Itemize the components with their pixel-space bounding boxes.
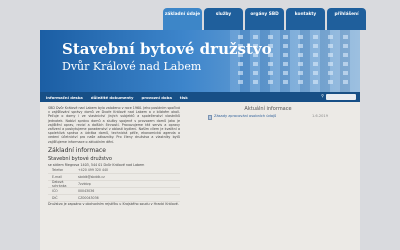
table-row: Datová schránka 7zvbtvp <box>48 180 180 189</box>
sidebar: Aktuální informace Zásady zpracování oso… <box>208 106 328 120</box>
search-icon[interactable]: ⚲ <box>321 93 324 98</box>
document-icon <box>208 115 212 120</box>
row-value: 00043036 <box>78 189 95 194</box>
building-window <box>298 62 303 66</box>
building-window <box>238 62 243 66</box>
building-window <box>253 80 258 84</box>
row-key: E-mail <box>52 175 62 180</box>
building-window <box>283 44 288 48</box>
building-window <box>328 71 333 75</box>
row-key: Datová schránka <box>52 180 67 189</box>
building-window <box>313 62 318 66</box>
news-item-link[interactable]: Zásady zpracování osobních údajů <box>214 114 276 118</box>
building-window <box>298 44 303 48</box>
building-window <box>313 80 318 84</box>
building-window <box>313 35 318 39</box>
building-window <box>343 62 348 66</box>
nav-tisk[interactable]: tisk <box>180 95 188 100</box>
building-window <box>283 62 288 66</box>
header-banner: Stavební bytové družstvo Dvůr Králové na… <box>40 30 360 92</box>
building-window <box>313 53 318 57</box>
nav-dulezite-dokumenty[interactable]: důležité dokumenty <box>91 95 134 100</box>
building-window <box>343 80 348 84</box>
nav-provozni-doba[interactable]: provozní doba <box>141 95 171 100</box>
building-window <box>328 62 333 66</box>
table-row: DIČ CZ00043036 <box>48 195 180 203</box>
footer-text: Družstvo je zapsáno v obchodním rejstřík… <box>48 202 179 207</box>
intro-text: SBD Dvůr Králové nad Labem bylo založeno… <box>48 106 180 144</box>
tab-sluzby[interactable]: služby <box>204 8 243 30</box>
tab-kontakty[interactable]: kontakty <box>286 8 325 30</box>
content-area: SBD Dvůr Králové nad Labem bylo založeno… <box>40 102 360 250</box>
building-window <box>328 80 333 84</box>
building-window <box>238 80 243 84</box>
building-window <box>343 53 348 57</box>
table-row: Telefon +420 499 320 440 <box>48 167 180 175</box>
news-item-date: 1.6.2019 <box>311 114 328 118</box>
building-window <box>343 71 348 75</box>
building-window <box>298 80 303 84</box>
table-row: IČO 00043036 <box>48 188 180 196</box>
building-window <box>253 71 258 75</box>
sidebar-heading: Aktuální informace <box>244 106 292 112</box>
building-window <box>268 35 273 39</box>
main-column: SBD Dvůr Králové nad Labem bylo založeno… <box>48 106 180 206</box>
building-window <box>298 53 303 57</box>
info-subheading: Stavební bytové družstvo <box>48 155 112 162</box>
building-window <box>328 53 333 57</box>
building-window <box>343 44 348 48</box>
search-input[interactable] <box>326 94 356 100</box>
building-window <box>343 35 348 39</box>
row-value: +420 499 320 440 <box>78 168 109 173</box>
building-window <box>238 35 243 39</box>
building-window <box>238 71 243 75</box>
tab-organy[interactable]: orgány SBD <box>245 8 284 30</box>
building-window <box>268 62 273 66</box>
building-window <box>253 62 258 66</box>
building-window <box>283 80 288 84</box>
building-window <box>253 35 258 39</box>
building-window <box>298 71 303 75</box>
building-window <box>328 44 333 48</box>
site-title: Stavební bytové družstvo <box>62 40 272 58</box>
building-window <box>268 80 273 84</box>
building-window <box>283 35 288 39</box>
building-window <box>268 71 273 75</box>
building-window <box>328 35 333 39</box>
building-window <box>283 53 288 57</box>
row-value: 7zvbtvp <box>78 182 91 187</box>
news-item[interactable]: Zásady zpracování osobních údajů 1.6.201… <box>208 114 328 120</box>
building-window <box>283 71 288 75</box>
row-key: IČO <box>52 189 58 194</box>
page: základní údaje služby orgány SBD kontakt… <box>40 0 366 250</box>
info-heading: Základní informace <box>48 146 106 154</box>
row-value[interactable]: sbddk@sbddk.cz <box>78 175 105 179</box>
row-key: Telefon <box>52 168 64 173</box>
nav-informacni-deska[interactable]: informační deska <box>46 95 83 100</box>
site-subtitle: Dvůr Králové nad Labem <box>62 60 202 73</box>
building-window <box>313 71 318 75</box>
nav-bar: informační deska důležité dokumenty prov… <box>40 92 360 102</box>
tab-prihlaseni[interactable]: přihlášení <box>327 8 366 30</box>
building-window <box>313 44 318 48</box>
building-window <box>298 35 303 39</box>
row-key: DIČ <box>52 196 58 201</box>
row-value: CZ00043036 <box>78 196 99 201</box>
